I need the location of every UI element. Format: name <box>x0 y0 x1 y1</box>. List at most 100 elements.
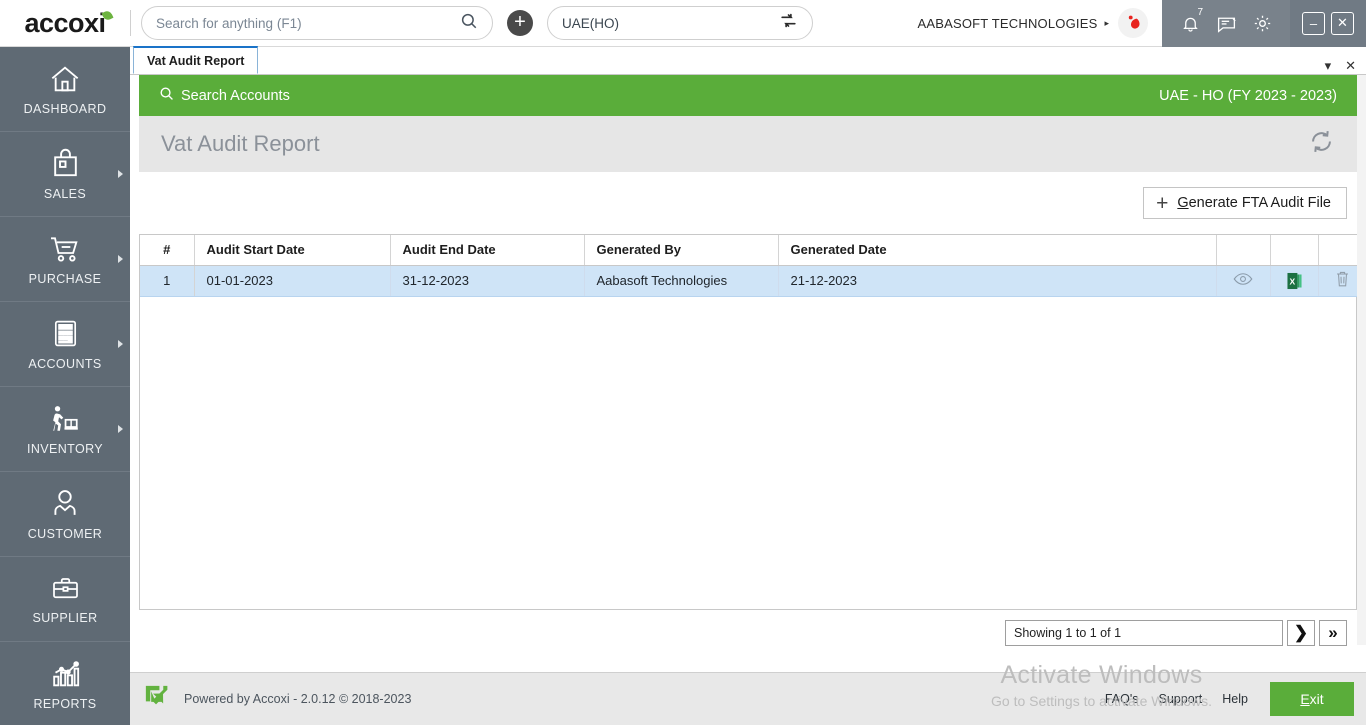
main-content: Vat Audit Report ▾ ✕ Search Accounts UAE… <box>130 46 1366 725</box>
search-icon <box>159 86 174 105</box>
top-bar: accoxi + UAE(HO) AABAS <box>0 0 1366 47</box>
topbar-icon-group: 7 <box>1162 0 1290 47</box>
settings-button[interactable] <box>1249 10 1275 36</box>
footer-brand: Powered by Accoxi - 2.0.12 © 2018-2023 <box>142 682 411 716</box>
app-logo: accoxi <box>0 0 130 47</box>
sidebar-item-sales[interactable]: SALES <box>0 132 130 217</box>
company-caret-icon[interactable]: ▸ <box>1104 18 1109 29</box>
accel-letter: E <box>1300 691 1310 707</box>
sidebar-item-dashboard[interactable]: DASHBOARD <box>0 47 130 132</box>
trash-icon[interactable] <box>1335 271 1350 291</box>
fiscal-year-label: UAE - HO (FY 2023 - 2023) <box>1159 87 1337 104</box>
page-header: Vat Audit Report <box>139 116 1357 172</box>
export-excel-button[interactable]: X <box>1270 265 1319 297</box>
vat-audit-table: # Audit Start Date Audit End Date Genera… <box>140 235 1366 297</box>
search-accounts-button[interactable]: Search Accounts <box>159 86 290 105</box>
sidebar-item-customer[interactable]: CUSTOMER <box>0 472 130 557</box>
cell-generated-date: 21-12-2023 <box>778 265 1217 297</box>
accel-letter: G <box>1177 195 1189 211</box>
column-header-view <box>1216 235 1271 266</box>
app-logo-text: accoxi <box>24 7 106 38</box>
green-header-bar: Search Accounts UAE - HO (FY 2023 - 2023… <box>139 75 1357 116</box>
table-header-row: # Audit Start Date Audit End Date Genera… <box>140 235 1366 266</box>
generate-button-label: Generate FTA Audit File <box>1177 195 1331 211</box>
footer-link-help[interactable]: Help <box>1222 692 1248 706</box>
sidebar-item-inventory[interactable]: INVENTORY <box>0 387 130 472</box>
tab-label: Vat Audit Report <box>147 53 245 68</box>
company-area: AABASOFT TECHNOLOGIES ▸ <box>917 0 1162 47</box>
page-title: Vat Audit Report <box>161 131 320 156</box>
sidebar-item-label: SALES <box>43 187 87 201</box>
branch-selector[interactable]: UAE(HO) <box>547 6 813 40</box>
sidebar-item-label: CUSTOMER <box>27 527 103 541</box>
sidebar-item-label: DASHBOARD <box>23 101 107 116</box>
footer-link-support[interactable]: Support <box>1159 692 1203 706</box>
footer-link-faqs[interactable]: FAQ's <box>1105 692 1139 706</box>
sidebar: DASHBOARD SALES PURCHASE ACCOUNTS INVENT… <box>0 47 130 725</box>
refresh-icon[interactable] <box>1308 128 1335 160</box>
column-header-export <box>1270 235 1319 266</box>
column-header-index[interactable]: # <box>140 235 195 266</box>
sidebar-item-purchase[interactable]: PURCHASE <box>0 217 130 302</box>
tab-dropdown-icon[interactable]: ▾ <box>1325 58 1332 74</box>
content-scrollbar[interactable] <box>1357 75 1366 645</box>
tab-vat-audit-report[interactable]: Vat Audit Report <box>133 46 259 74</box>
chevron-right-icon <box>118 255 123 263</box>
close-window-button[interactable]: ✕ <box>1331 11 1354 35</box>
notifications-button[interactable]: 7 <box>1177 7 1203 36</box>
logo-divider <box>130 10 131 36</box>
cell-audit-start-date: 01-01-2023 <box>194 265 391 297</box>
sidebar-item-label: SUPPLIER <box>32 610 98 625</box>
vat-audit-table-container: # Audit Start Date Audit End Date Genera… <box>139 234 1366 610</box>
last-page-button[interactable]: » <box>1319 620 1347 646</box>
excel-export-icon[interactable]: X <box>1286 272 1302 290</box>
search-input[interactable] <box>156 15 460 31</box>
window-controls: – ✕ <box>1290 0 1366 47</box>
cell-audit-end-date: 31-12-2023 <box>390 265 585 297</box>
cell-index: 1 <box>140 265 195 297</box>
tab-strip: Vat Audit Report ▾ ✕ <box>130 46 1366 75</box>
sidebar-item-label: INVENTORY <box>26 441 104 456</box>
pagination-bar: ❯ » <box>139 610 1357 656</box>
footer-links: FAQ's Support Help <box>1105 692 1248 706</box>
eye-icon[interactable] <box>1233 273 1253 289</box>
footer: Powered by Accoxi - 2.0.12 © 2018-2023 F… <box>130 672 1366 725</box>
accoxi-mark-icon <box>142 682 171 716</box>
exit-button[interactable]: Exit <box>1270 682 1354 716</box>
view-report-button[interactable] <box>1216 265 1271 297</box>
minimize-button[interactable]: – <box>1302 11 1325 35</box>
chevron-right-icon <box>118 170 123 178</box>
tab-close-icon[interactable]: ✕ <box>1345 58 1356 74</box>
search-accounts-label: Search Accounts <box>181 87 290 104</box>
action-bar: + Generate FTA Audit File <box>139 172 1357 234</box>
sidebar-item-label: ACCOUNTS <box>28 357 102 371</box>
table-row[interactable]: 1 01-01-2023 31-12-2023 Aabasoft Technol… <box>140 265 1366 297</box>
powered-by-text: Powered by Accoxi - 2.0.12 © 2018-2023 <box>184 692 412 706</box>
sidebar-item-reports[interactable]: REPORTS <box>0 642 130 725</box>
sidebar-item-supplier[interactable]: SUPPLIER <box>0 557 130 642</box>
column-header-audit-end-date[interactable]: Audit End Date <box>390 235 585 266</box>
plus-icon: + <box>1156 191 1169 215</box>
sidebar-item-label: REPORTS <box>33 696 97 711</box>
pagination-status-input[interactable] <box>1005 620 1283 646</box>
avatar[interactable] <box>1118 8 1148 38</box>
svg-text:X: X <box>1289 276 1295 286</box>
column-header-generated-by[interactable]: Generated By <box>584 235 779 266</box>
sidebar-item-label: PURCHASE <box>28 271 102 286</box>
next-page-button[interactable]: ❯ <box>1287 620 1315 646</box>
branch-value: UAE(HO) <box>562 15 619 31</box>
label-rest: enerate FTA Audit File <box>1188 195 1331 211</box>
sidebar-item-accounts[interactable]: ACCOUNTS <box>0 302 130 387</box>
exit-label: Exit <box>1300 691 1323 707</box>
search-icon[interactable] <box>460 12 478 35</box>
column-header-audit-start-date[interactable]: Audit Start Date <box>194 235 391 266</box>
chevron-right-icon <box>118 425 123 433</box>
messages-button[interactable] <box>1213 10 1239 36</box>
generate-fta-audit-file-button[interactable]: + Generate FTA Audit File <box>1143 187 1347 219</box>
tab-controls: ▾ ✕ <box>1325 58 1366 74</box>
switch-branch-icon[interactable] <box>779 11 798 35</box>
column-header-generated-date[interactable]: Generated Date <box>778 235 1217 266</box>
company-name[interactable]: AABASOFT TECHNOLOGIES <box>917 16 1097 31</box>
add-new-button[interactable]: + <box>507 10 533 36</box>
global-search[interactable] <box>141 6 493 40</box>
